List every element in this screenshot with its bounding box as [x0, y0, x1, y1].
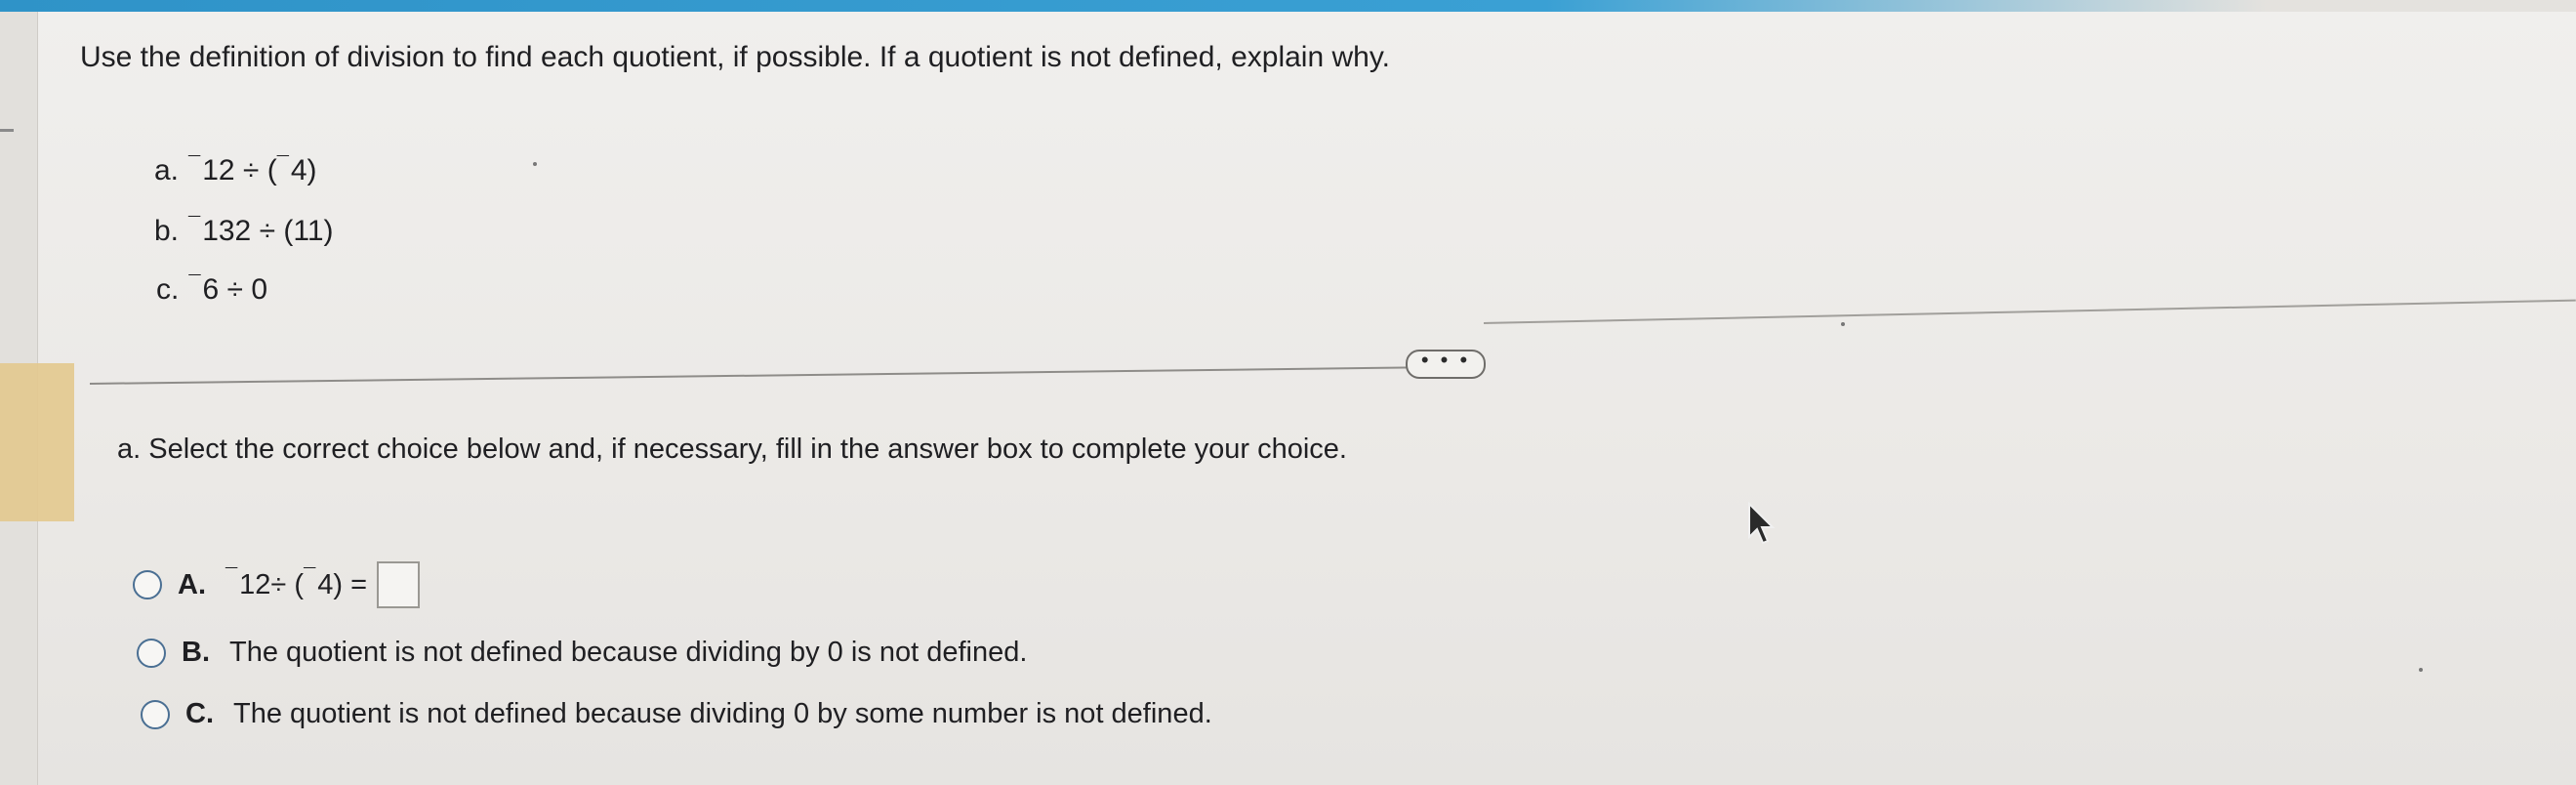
- dividend: 6: [202, 273, 220, 306]
- expression: ÷ 0: [219, 273, 268, 306]
- specks: [2419, 668, 2423, 672]
- choice-letter: C.: [185, 698, 214, 729]
- negative-sign: ¯: [188, 213, 201, 237]
- negative-sign: ¯: [276, 152, 289, 177]
- operator: ÷ (: [234, 154, 277, 186]
- item-label: b.: [154, 215, 180, 247]
- question-item-a: a. ¯12 ÷ (¯4): [154, 152, 317, 187]
- more-options-button[interactable]: • • •: [1406, 350, 1486, 379]
- specks: [533, 162, 537, 166]
- negative-sign: ¯: [188, 152, 201, 177]
- operator: ÷ (: [270, 568, 305, 600]
- negative-sign: ¯: [225, 564, 238, 589]
- question-text: Use the definition of division to find e…: [80, 41, 1390, 73]
- choice-b[interactable]: B. The quotient is not defined because d…: [137, 637, 1027, 669]
- part-a-prompt: a. Select the correct choice below and, …: [117, 434, 1347, 465]
- mouse-pointer-icon: [1748, 502, 1776, 545]
- dividend: 12: [202, 154, 235, 186]
- specks: [1841, 322, 1845, 326]
- question-item-c: c. ¯6 ÷ 0: [156, 271, 268, 307]
- item-label: c.: [156, 273, 180, 306]
- rail-tick: [0, 129, 14, 132]
- equals: ) =: [333, 568, 368, 600]
- negative-sign: ¯: [304, 564, 316, 589]
- question-item-b: b. ¯132 ÷ (11): [154, 213, 334, 248]
- choice-text: The quotient is not defined because divi…: [233, 698, 1212, 729]
- dividend: 132: [202, 215, 252, 247]
- radio-button-b[interactable]: [137, 638, 166, 668]
- expression: ÷ (11): [251, 215, 334, 247]
- answer-input-box[interactable]: [377, 561, 421, 608]
- item-label: a.: [154, 154, 180, 186]
- choice-letter: B.: [182, 637, 210, 668]
- choice-letter: A.: [178, 568, 206, 600]
- highlight-strip: [0, 363, 74, 521]
- divisor: 4: [317, 568, 334, 600]
- question-panel: [37, 12, 2576, 785]
- dividend: 12: [239, 568, 271, 600]
- choice-text: The quotient is not defined because divi…: [229, 637, 1028, 668]
- radio-button-a[interactable]: [133, 570, 162, 599]
- close-paren: ): [307, 154, 317, 186]
- radio-button-c[interactable]: [141, 699, 170, 729]
- negative-sign: ¯: [188, 271, 201, 296]
- divisor: 4: [290, 154, 307, 186]
- choice-a[interactable]: A. ¯ 12 ÷ (¯ 4) =: [133, 561, 421, 608]
- top-bar: [0, 0, 2576, 12]
- choice-c[interactable]: C. The quotient is not defined because d…: [141, 698, 1212, 730]
